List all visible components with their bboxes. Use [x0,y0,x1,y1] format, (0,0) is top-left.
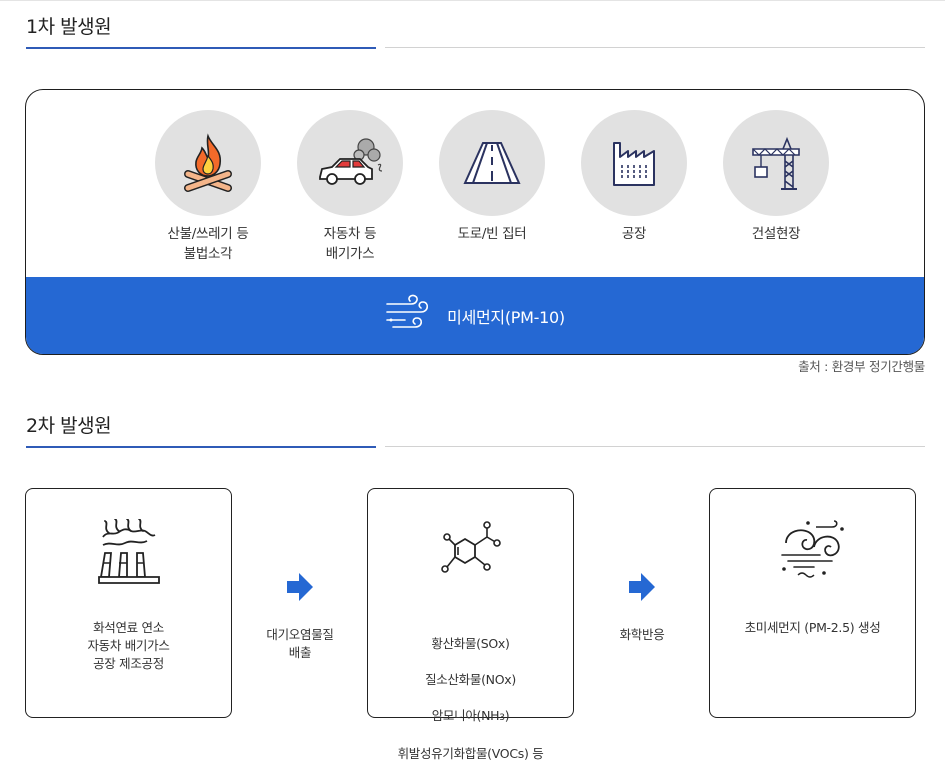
car-exhaust-icon [297,110,403,216]
source-item-burning: 산불/쓰레기 등 불법소각 [128,110,288,264]
pollutant-nh3: 암모니아(NH3) [431,708,510,723]
primary-sources-card: 산불/쓰레기 등 불법소각 자동차 등 배기가스 도로/빈 집터 공장 건설현장… [25,89,925,355]
pollutant-sox: 황산화물(SOx) [431,636,510,651]
source-item-road: 도로/빈 집터 [412,110,572,244]
construction-crane-icon [723,110,829,216]
pm10-result-bar: 미세먼지(PM-10) [26,277,924,354]
pollutant-vocs: 휘발성유기화합물(VOCs) 등 [397,746,544,761]
smokestack-icon [26,519,231,585]
source-label: 도로/빈 집터 [457,226,527,242]
source-item-construction: 건설현장 [696,110,856,244]
section2-divider [385,446,925,447]
section1-divider [385,47,925,48]
source-citation: 출처 : 환경부 정기간행물 [798,359,925,374]
box3-label: 초미세먼지 (PM-2.5) 생성 [744,620,881,635]
box1-label: 화석연료 연소 자동차 배기가스 공장 제조공정 [87,620,170,671]
road-icon [439,110,545,216]
secondary-source-box-pollutants: 황산화물(SOx) 질소산화물(NOx) 암모니아(NH3) 휘발성유기화합물(… [367,488,574,761]
section1-title-underline [26,47,376,49]
secondary-result-box-pm25: 초미세먼지 (PM-2.5) 생성 [709,488,916,718]
source-item-factory: 공장 [554,110,714,244]
top-divider [0,0,945,1]
dust-swirl-icon [710,519,915,581]
arrow-right-icon [287,573,313,601]
source-label: 자동차 등 배기가스 [323,226,377,262]
pollutant-nox: 질소산화물(NOx) [425,672,516,687]
section2-title: 2차 발생원 [26,415,112,437]
molecule-icon [368,519,573,583]
campfire-icon [155,110,261,216]
source-label: 공장 [621,226,647,242]
section1-title: 1차 발생원 [26,16,112,38]
source-item-vehicle: 자동차 등 배기가스 [270,110,430,264]
factory-icon [581,110,687,216]
arrow-right-icon [629,573,655,601]
source-label: 건설현장 [751,226,801,242]
arrow2-label: 화학반응 [619,627,665,642]
wind-icon [385,294,431,338]
section2-title-underline [26,446,376,448]
box2-label: 황산화물(SOx) 질소산화물(NOx) 암모니아(NH3) 휘발성유기화합물(… [374,617,567,781]
source-label: 산불/쓰레기 등 불법소각 [167,226,249,262]
pm10-label: 미세먼지(PM-10) [447,307,565,327]
arrow1-label: 대기오염물질 배출 [266,627,334,660]
secondary-source-box-emitters: 화석연료 연소 자동차 배기가스 공장 제조공정 [25,488,232,718]
